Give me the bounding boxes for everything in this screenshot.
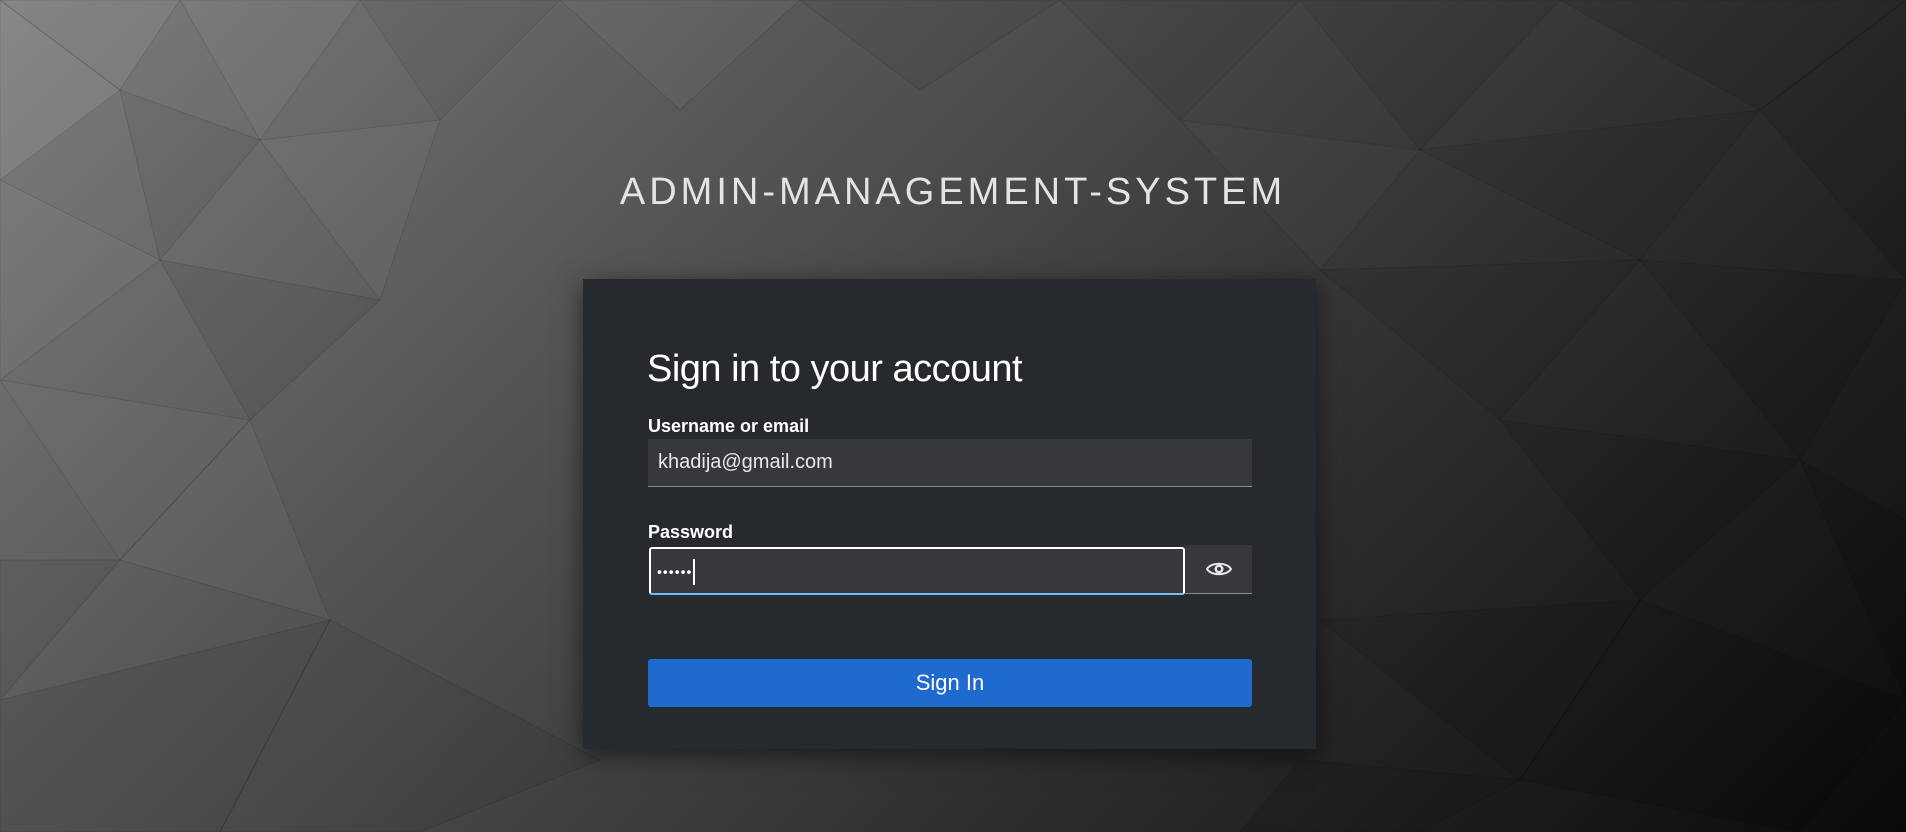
username-label: Username or email: [648, 416, 810, 436]
login-heading: Sign in to your account: [647, 348, 1023, 390]
username-field[interactable]: khadija@gmail.com: [648, 439, 1252, 487]
password-field[interactable]: ••••••: [649, 547, 1185, 595]
password-label: Password: [648, 522, 734, 542]
realm-title: ADMIN-MANAGEMENT-SYSTEM: [619, 171, 1287, 213]
text-caret: [693, 558, 696, 585]
eye-icon: [1205, 562, 1232, 576]
sign-in-button[interactable]: Sign In: [648, 659, 1252, 707]
password-masked-value: ••••••: [657, 563, 693, 580]
login-card: Sign in to your account Username or emai…: [583, 279, 1316, 749]
show-password-button[interactable]: [1185, 545, 1252, 594]
